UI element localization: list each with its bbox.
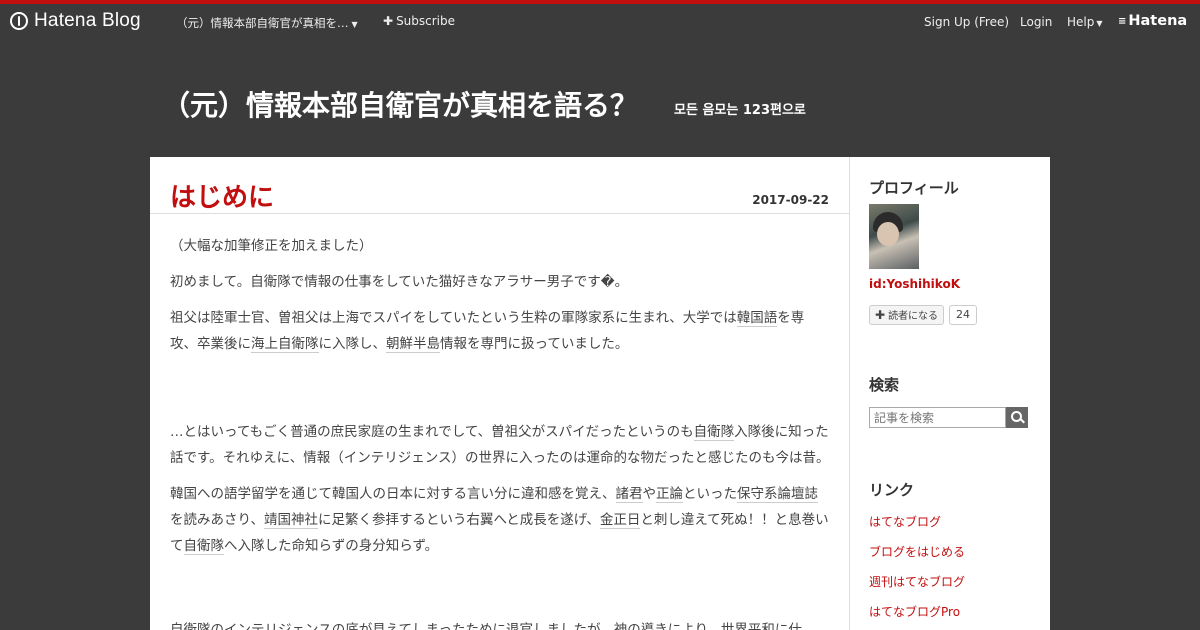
text: に入隊し、 — [318, 336, 387, 352]
text: のインテリジェンスの底が見えてしまったために退官しましたが、神の導きにより、世界… — [210, 622, 802, 630]
chevron-down-icon: ▼ — [351, 20, 358, 29]
blog-description: 모든 음모는 123편으로 — [674, 103, 806, 118]
keyword-link[interactable]: 自衛隊 — [183, 538, 224, 555]
keyword-link[interactable]: 海上自衛隊 — [251, 336, 319, 353]
hatena-link[interactable]: ≡ Hatena — [1118, 13, 1187, 29]
text: に足繁く参拝するという右翼へと成長を遂げ、 — [317, 512, 600, 528]
entry-date[interactable]: 2017-09-22 — [752, 193, 829, 207]
links-heading: リンク — [869, 481, 915, 499]
blog-menu[interactable]: （元）情報本部自衛官が真相を… ▼ — [176, 15, 358, 31]
search-heading: 検索 — [869, 376, 900, 394]
subscribe-button[interactable]: ✚ Subscribe — [383, 14, 455, 28]
blog-menu-label: （元）情報本部自衛官が真相を… — [176, 16, 349, 30]
paragraph: 初めまして。自衛隊で情報の仕事をしていた猫好きなアラサー男子です�。 — [170, 274, 629, 290]
keyword-link[interactable]: 自衛隊 — [170, 622, 211, 630]
help-menu[interactable]: Help ▼ — [1067, 15, 1103, 29]
main-content: はじめに 2017-09-22 （大幅な加筆修正を加えました） 初めまして。自衛… — [150, 157, 850, 630]
text: 情報を専門に扱っていました。 — [440, 336, 629, 352]
chevron-down-icon: ▼ — [1096, 19, 1103, 28]
plus-icon: ✚ — [875, 308, 886, 322]
login-link[interactable]: Login — [1020, 15, 1052, 29]
avatar-face — [877, 222, 899, 246]
text: …とはいってもごく普通の庶民家庭の生まれでして、曽祖父がスパイだったというのも — [170, 424, 694, 440]
keyword-link[interactable]: 自衛隊 — [693, 424, 735, 441]
text: や — [642, 486, 657, 502]
paragraph: （大幅な加筆修正を加えました） — [170, 238, 373, 254]
keyword-link[interactable]: 靖国神社 — [263, 512, 318, 529]
text: といった — [683, 486, 737, 502]
keyword-link[interactable]: 金正日 — [599, 512, 641, 529]
signup-link[interactable]: Sign Up (Free) — [924, 15, 1009, 29]
hatena-logo-icon: ≡ — [1118, 15, 1127, 27]
paragraph: 自衛隊のインテリジェンスの底が見えてしまったために退官しましたが、神の導きにより… — [170, 617, 830, 630]
hatena-blog-logo-icon — [10, 12, 28, 30]
sidebar-link[interactable]: ブログをはじめる — [869, 543, 965, 560]
search-icon[interactable] — [1006, 407, 1028, 428]
paragraph: 祖父は陸軍士官、曽祖父は上海でスパイをしていたという生粋の軍隊家系に生まれ、大学… — [170, 305, 830, 357]
keyword-link[interactable]: 朝鮮半島 — [386, 336, 440, 353]
keyword-link[interactable]: 諸君 — [615, 486, 643, 503]
sidebar-link[interactable]: はてなブログ — [869, 513, 941, 530]
hatena-blog-logo[interactable]: Hatena Blog — [10, 10, 141, 32]
plus-icon: ✚ — [383, 14, 394, 28]
sidebar: プロフィール id:YoshihikoK ✚読者になる 24 検索 リンク はて… — [850, 157, 1050, 630]
follow-button[interactable]: ✚ 読者になる — [869, 305, 945, 325]
blog-title[interactable]: （元）情報本部自衛官が真相を語る？ — [162, 84, 638, 124]
text: へ入隊した命知らずの身分知らず。 — [224, 538, 439, 554]
paragraph: 韓国への語学留学を通じて韓国人の日本に対する言い分に違和感を覚え、諸君や正論とい… — [170, 481, 830, 559]
profile-heading: プロフィール — [869, 179, 959, 197]
sidebar-link[interactable]: はてなブログPro — [869, 603, 960, 620]
reader-count[interactable]: 24 — [949, 305, 977, 325]
text: を読みあさり、 — [170, 512, 264, 528]
user-id-link[interactable]: id:YoshihikoK — [869, 277, 960, 291]
text: 韓国への語学留学を通じて韓国人の日本に対する言い分に違和感を覚え、 — [170, 486, 616, 502]
entry-title[interactable]: はじめに — [170, 177, 274, 214]
entry-body: （大幅な加筆修正を加えました） 初めまして。自衛隊で情報の仕事をしていた猫好きな… — [170, 233, 830, 630]
search-input[interactable] — [869, 407, 1006, 428]
sidebar-link[interactable]: 週刊はてなブログ — [869, 573, 965, 590]
global-header: Hatena Blog （元）情報本部自衛官が真相を… ▼ ✚ Subscribe … — [0, 4, 1200, 40]
hatena-label: Hatena — [1128, 13, 1188, 29]
help-label: Help — [1067, 15, 1095, 29]
subscribe-label: Subscribe — [396, 14, 456, 28]
paragraph: …とはいってもごく普通の庶民家庭の生まれでして、曽祖父がスパイだったというのも自… — [170, 419, 830, 471]
text: 祖父は陸軍士官、曽祖父は上海でスパイをしていたという生粋の軍隊家系に生まれ、大学… — [170, 310, 737, 326]
follow-label: 読者になる — [888, 311, 939, 322]
logo-text: Hatena Blog — [34, 10, 141, 31]
keyword-link[interactable]: 韓国語 — [736, 310, 778, 327]
avatar[interactable] — [869, 204, 919, 269]
keyword-link[interactable]: 正論 — [656, 486, 683, 503]
keyword-link[interactable]: 保守系論壇誌 — [737, 486, 818, 503]
divider — [150, 213, 849, 214]
